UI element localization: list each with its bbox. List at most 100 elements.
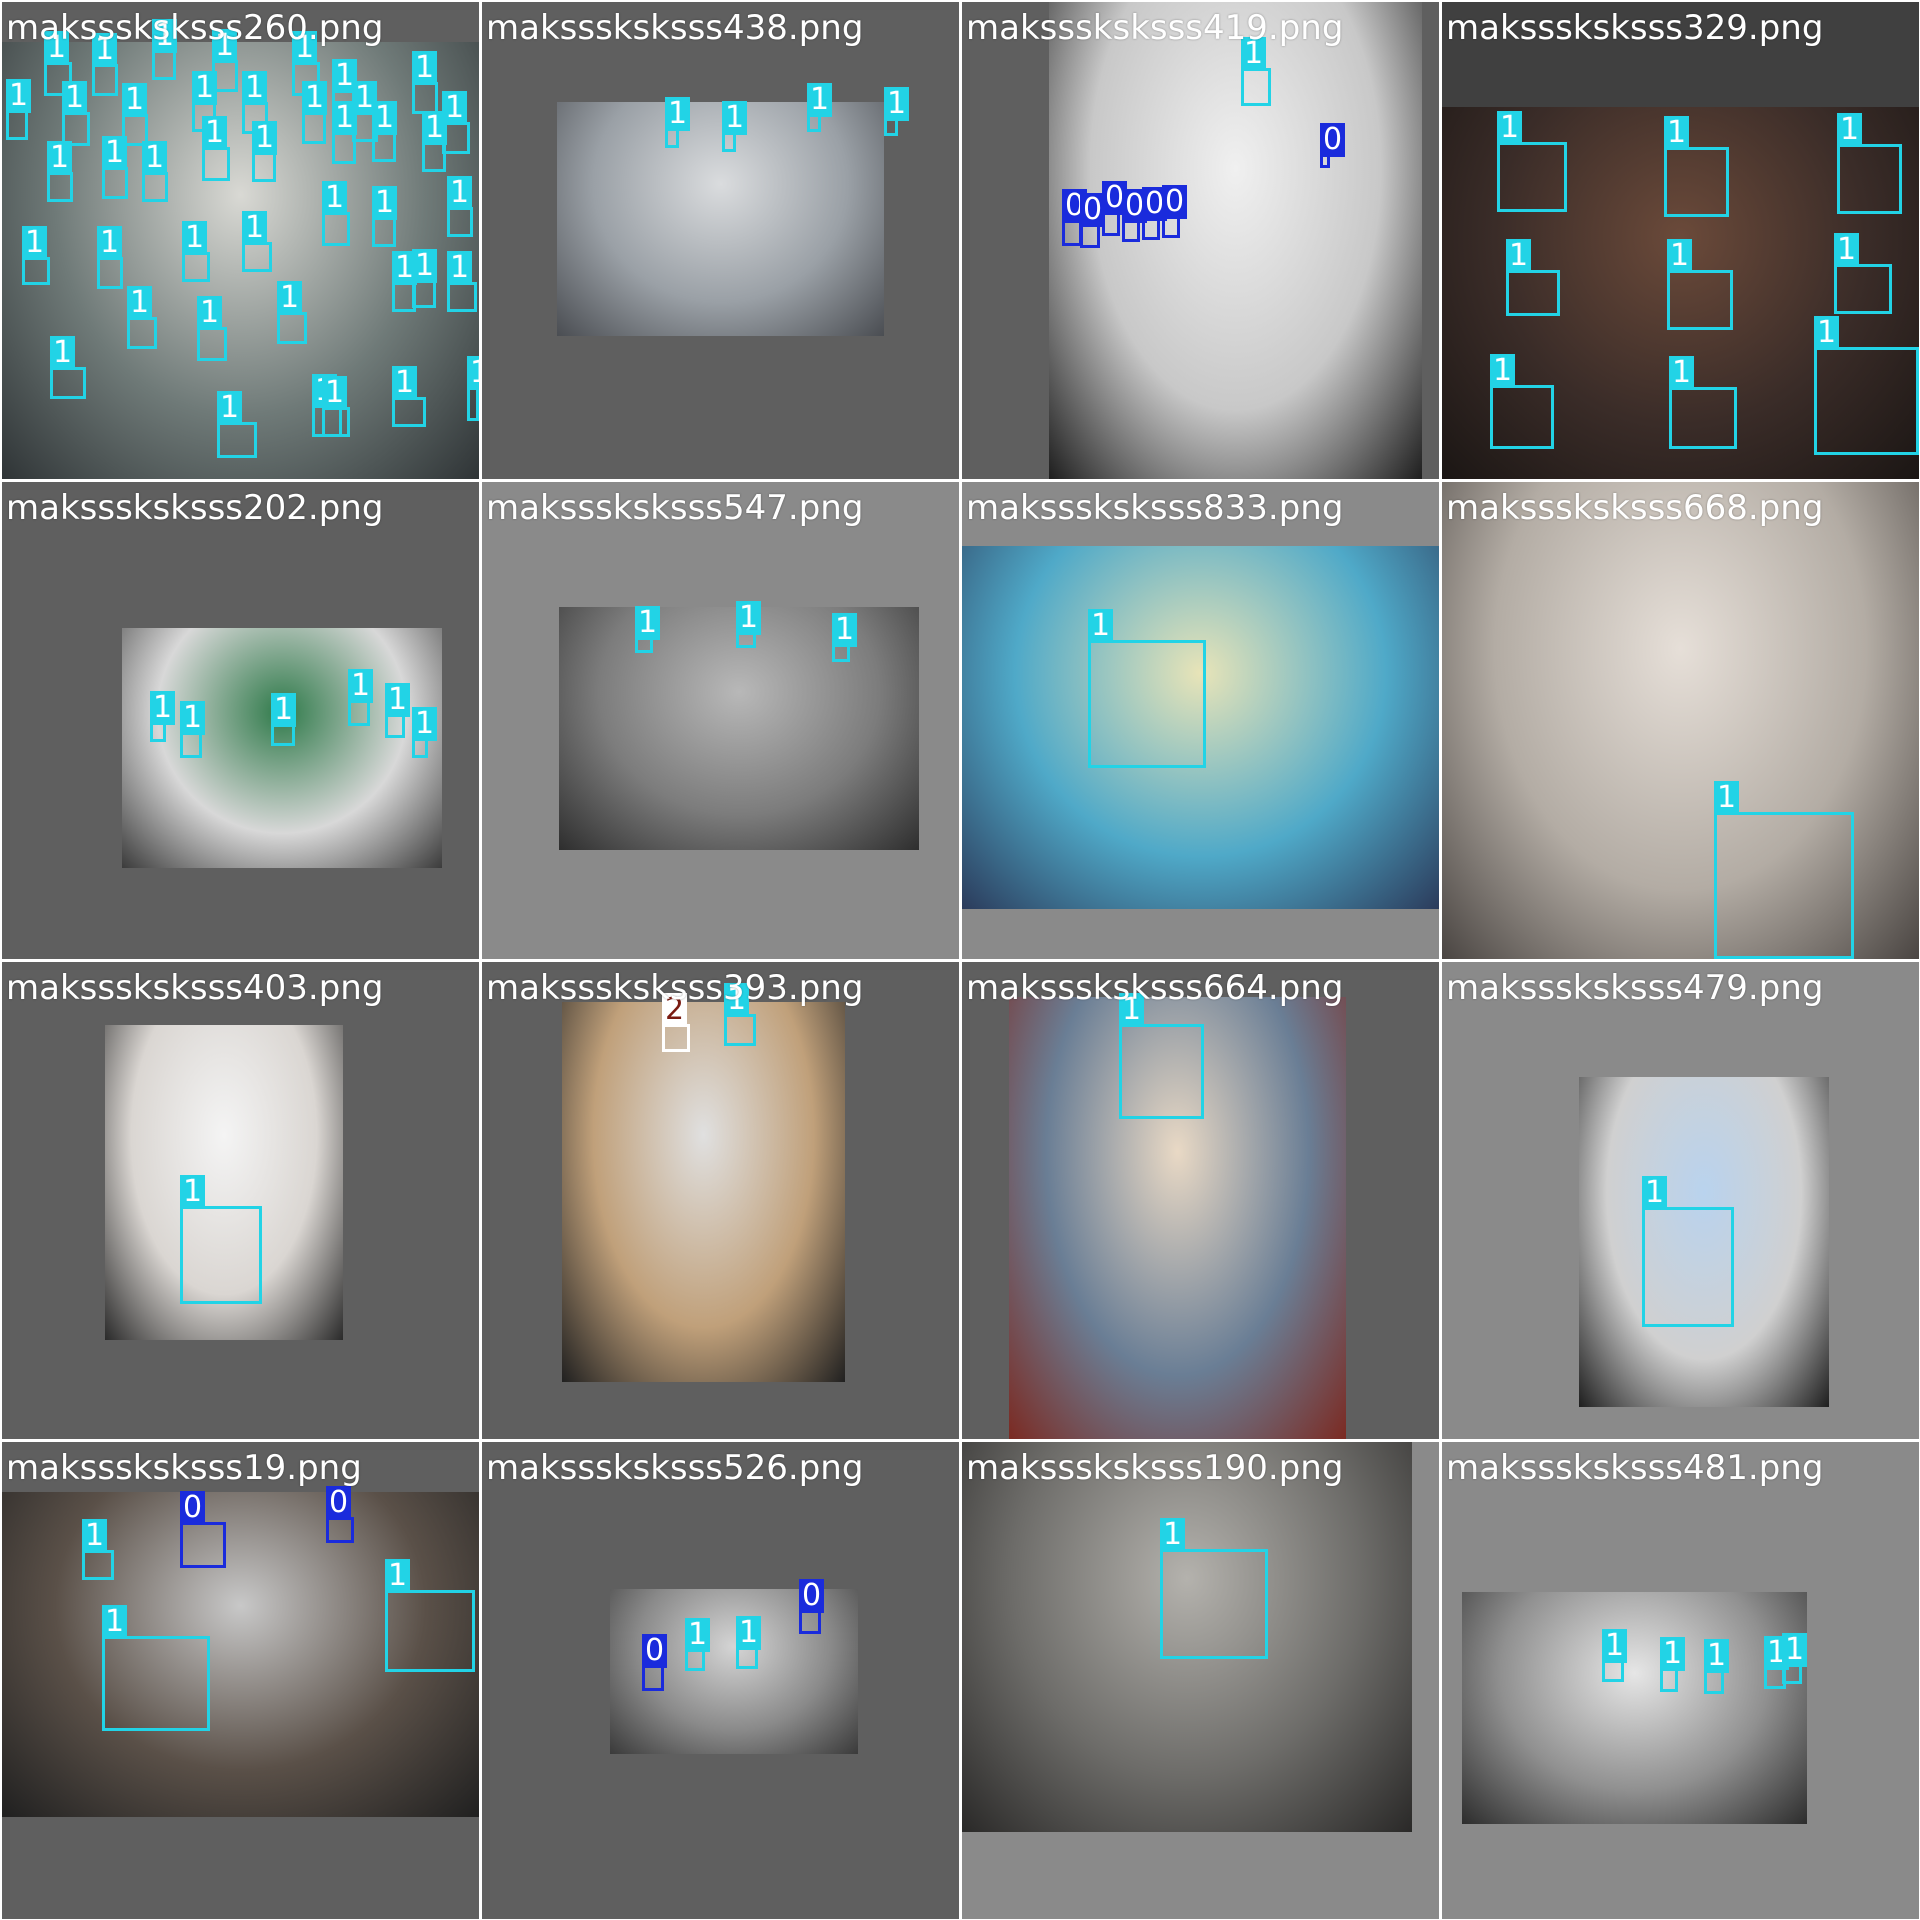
class-label: 1 [385,683,411,717]
class-label: 1 [142,141,168,175]
detection-box: 1 [1814,316,1919,455]
detection-box: 0 [1142,187,1168,240]
tile-filename: maksssksksss19.png [6,1448,362,1488]
detection-box: 1 [1642,1176,1734,1327]
detection-box: 1 [1664,116,1729,217]
class-label: 1 [182,221,208,255]
detection-box: 1 [1490,354,1554,449]
detection-box: 1 [736,1616,762,1669]
detection-box: 0 [180,1491,226,1568]
detection-box: 1 [252,121,278,182]
class-label: 1 [127,286,153,320]
tile-filename: maksssksksss547.png [486,488,864,528]
tile-filename: maksssksksss438.png [486,8,864,48]
class-label: 1 [1497,111,1523,145]
class-label: 1 [412,51,438,85]
tile-photo [562,1002,845,1382]
class-label: 1 [1834,233,1860,267]
detection-box: 1 [1497,111,1567,212]
class-label: 1 [392,366,418,400]
detection-box: 1 [97,226,123,289]
class-label: 1 [50,336,76,370]
class-label: 1 [217,391,243,425]
detection-box: 1 [322,376,350,437]
detection-box: 0 [642,1634,668,1691]
class-label: 1 [807,83,833,117]
tile-filename: maksssksksss329.png [1446,8,1824,48]
tile-filename: maksssksksss393.png [486,968,864,1008]
detection-box: 1 [217,391,257,458]
detection-box: 1 [202,116,230,181]
class-label: 1 [1088,609,1114,643]
detection-box: 1 [277,281,307,344]
detection-box: 1 [447,251,477,312]
tile: 1 1 1 1 1 maksssksksss481.png [1442,1442,1919,1919]
tile-filename: maksssksksss664.png [966,968,1344,1008]
class-label: 0 [180,1491,206,1525]
class-label: 1 [197,296,223,330]
class-label: 1 [62,81,88,115]
detection-box: 1 [50,336,86,399]
class-label: 1 [180,1175,206,1209]
class-label: 1 [252,121,278,155]
tile: 1 maksssksksss479.png [1442,962,1919,1439]
detection-box: 1 [1602,1629,1628,1682]
detection-box: 1 [182,221,210,282]
class-label: 1 [122,83,148,117]
detection-box: 0 [799,1579,825,1634]
detection-box: 1 [412,707,438,758]
class-label: 1 [1642,1176,1668,1210]
tile: 1 maksssksksss190.png [962,1442,1439,1919]
tile-photo [122,628,442,868]
tile-filename: maksssksksss668.png [1446,488,1824,528]
class-label: 1 [1669,356,1695,390]
class-label: 1 [242,71,268,105]
detection-box: 1 [372,101,398,162]
tile-photo [1049,2,1422,479]
class-label: 1 [1490,354,1516,388]
detection-box: 1 [1119,993,1204,1119]
detection-box: 1 [807,83,833,132]
class-label: 1 [1837,113,1863,147]
detection-box: 1 [832,613,858,662]
detection-box: 1 [102,1605,210,1731]
detection-box: 1 [102,136,128,199]
detection-box: 1 [724,983,756,1046]
detection-box: 1 [271,693,297,746]
tile: 1 1 1 1 maksssksksss438.png [482,2,959,479]
tile: 1 1 1 1 1 1 1 1 1 maksssksksss329.png [1442,2,1919,479]
class-label: 1 [322,181,348,215]
class-label: 1 [1660,1637,1686,1671]
class-label: 0 [326,1486,352,1520]
detection-box: 1 [197,296,227,361]
detection-box: 1 [1782,1633,1808,1684]
tile-photo [1462,1592,1807,1824]
class-label: 1 [1782,1633,1808,1667]
class-label: 1 [467,356,479,390]
class-label: 1 [1814,316,1840,350]
tile-filename: maksssksksss526.png [486,1448,864,1488]
detection-box: 1 [322,181,350,246]
detection-box: 0 [326,1486,354,1543]
class-label: 1 [271,693,297,727]
class-label: 0 [799,1579,825,1613]
detection-box: 1 [722,101,748,152]
class-label: 1 [635,606,661,640]
class-label: 1 [832,613,858,647]
detection-box: 1 [635,606,661,653]
detection-box: 1 [665,97,691,148]
detection-box: 1 [372,186,398,247]
detection-box: 1 [47,141,73,202]
class-label: 1 [6,79,32,113]
detection-box: 1 [92,33,118,96]
tile-photo [557,102,884,336]
detection-box: 1 [412,249,438,308]
class-label: 1 [1602,1629,1628,1663]
class-label: 0 [1162,185,1188,219]
detection-box: 1 [152,19,178,80]
detection-box: 1 [348,669,374,726]
detection-box: 1 [685,1618,711,1671]
class-label: 1 [332,101,358,135]
detection-box: 1 [1834,233,1892,314]
class-label: 1 [102,136,128,170]
